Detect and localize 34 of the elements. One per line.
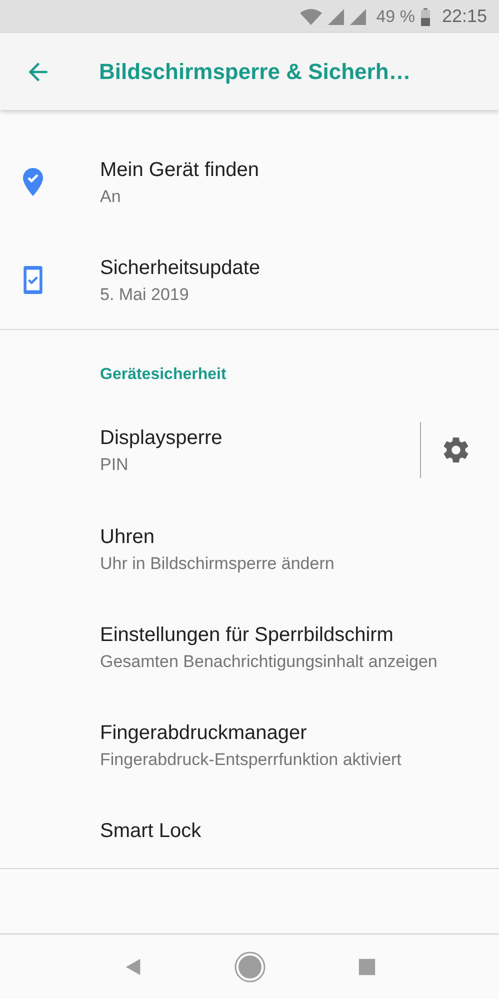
item-summary: 5. Mai 2019 [100, 284, 190, 306]
clock: 22:15 [442, 6, 487, 27]
section-header: Gerätesicherheit [99, 365, 228, 385]
location-pin-icon [22, 168, 42, 196]
back-icon[interactable] [124, 958, 142, 976]
signal-icon [350, 8, 366, 24]
signal-icon [328, 8, 344, 24]
item-summary: PIN [100, 454, 130, 476]
settings-item[interactable]: Fingerabdruckmanager Fingerabdruck-Entsperrfunktion aktiviert [0, 696, 499, 794]
battery-icon [420, 8, 430, 26]
settings-icon[interactable] [441, 435, 471, 465]
wifi-icon [300, 8, 322, 24]
settings-item[interactable]: Mein Gerät finden An [0, 133, 499, 231]
item-title: Smart Lock [100, 819, 202, 844]
screen-title: Bildschirmsperre & Sicherh… [99, 58, 411, 84]
phone-check-icon [22, 266, 42, 294]
item-summary: Gesamten Benachrichtigungsinhalt anzeigen [100, 651, 438, 673]
settings-item[interactable]: Displaysperre PIN [0, 400, 499, 500]
item-summary: An [100, 186, 122, 208]
item-title: Einstellungen für Sperrbildschirm [100, 623, 394, 648]
item-title: Fingerabdruckmanager [100, 721, 308, 746]
battery-percent: 49 % [376, 6, 415, 26]
recents-icon[interactable] [358, 958, 376, 976]
item-title: Displaysperre [100, 426, 224, 451]
settings-item[interactable]: Uhren Uhr in Bildschirmsperre ändern [0, 500, 499, 598]
item-summary: Fingerabdruck-Entsperrfunktion aktiviert [100, 749, 402, 771]
item-title: Sicherheitsupdate [100, 256, 262, 281]
item-title: Uhren [100, 525, 156, 550]
settings-item[interactable]: Smart Lock [0, 794, 499, 868]
item-summary: Uhr in Bildschirmsperre ändern [100, 553, 336, 575]
settings-item[interactable]: Sicherheitsupdate 5. Mai 2019 [0, 231, 499, 329]
home-icon[interactable] [234, 951, 266, 983]
settings-item[interactable]: Einstellungen für Sperrbildschirm Gesamten Benachrichtigungsinhalt anzeigen [0, 598, 499, 696]
item-title: Mein Gerät finden [100, 158, 260, 183]
